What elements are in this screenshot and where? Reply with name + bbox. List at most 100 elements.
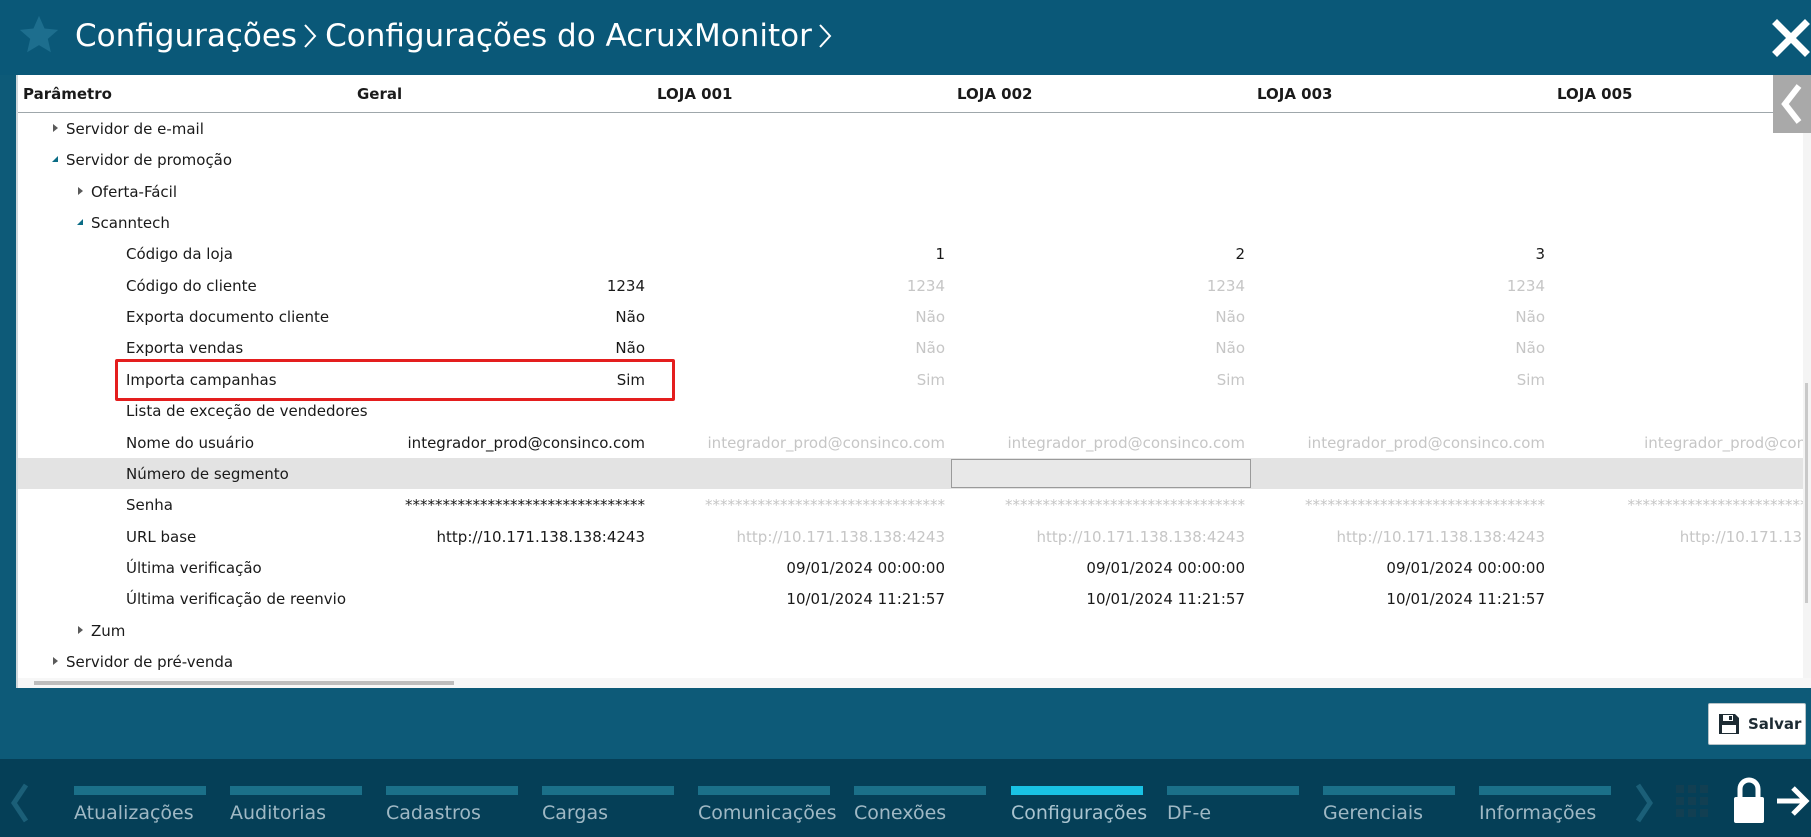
cell-value[interactable]: ******************************** [1255, 496, 1545, 514]
save-button-label: Salvar [1748, 715, 1802, 733]
table-row[interactable]: Servidor de pré-venda [18, 646, 1805, 677]
star-icon[interactable] [16, 12, 62, 58]
table-row[interactable]: URL base http://10.171.138.138:4243 http:/… [18, 521, 1811, 552]
cell-value[interactable]: Sim [355, 371, 645, 389]
cell-value[interactable]: 10/01/2024 11:21:57 [1255, 590, 1545, 608]
expand-arrow-icon[interactable] [50, 123, 60, 133]
cell-value[interactable]: integrador_prod@consinco [1555, 434, 1811, 452]
expand-arrow-icon[interactable] [75, 625, 85, 635]
table-row[interactable]: Código do cliente 1234 1234 1234 1234 [18, 270, 1805, 301]
table-row[interactable]: Exporta documento cliente Não Não Não Não [18, 301, 1805, 332]
cell-value[interactable]: ******************************** [655, 496, 945, 514]
collapse-panel-button[interactable] [1773, 75, 1811, 133]
floppy-disk-icon [1719, 714, 1739, 734]
cell-value[interactable]: http://10.171.138.138 [1555, 528, 1811, 546]
nav-item-configura-es[interactable]: Configurações [1011, 786, 1147, 836]
cell-value[interactable]: Não [1255, 308, 1545, 326]
nav-item-cargas[interactable]: Cargas [542, 786, 674, 836]
close-icon[interactable] [1771, 18, 1811, 58]
cell-value[interactable]: Não [955, 339, 1245, 357]
chevron-left-icon[interactable] [8, 783, 32, 823]
table-row[interactable]: Servidor de promoção [18, 144, 1805, 175]
cell-value[interactable]: http://10.171.138.138:4243 [955, 528, 1245, 546]
cell-value[interactable]: integrador_prod@consinco.com [655, 434, 945, 452]
table-row[interactable]: Código da loja 1 2 3 [18, 238, 1805, 269]
grid-icon[interactable] [1674, 783, 1714, 823]
cell-value[interactable]: 1234 [355, 277, 645, 295]
cell-value[interactable]: http://10.171.138.138:4243 [1255, 528, 1545, 546]
arrow-right-icon[interactable] [1775, 783, 1811, 819]
cell-value[interactable]: 10/01/2024 11:21:57 [655, 590, 945, 608]
row-label: Servidor de e-mail [66, 120, 204, 138]
expand-arrow-icon[interactable] [75, 186, 85, 196]
table-row[interactable]: Última verificação 09/01/2024 00:00:00 09/… [18, 552, 1805, 583]
segment-number-input-loja-002[interactable] [951, 458, 1251, 488]
breadcrumb-item-1[interactable]: Configurações do AcruxMonitor [325, 18, 812, 54]
breadcrumb-item-0[interactable]: Configurações [75, 18, 297, 54]
cell-value[interactable]: ***************************** [1555, 496, 1811, 514]
column-header-parametro[interactable]: Parâmetro [23, 85, 112, 103]
cell-value[interactable]: Não [955, 308, 1245, 326]
nav-item-conex-es[interactable]: Conexões [854, 786, 986, 836]
table-row[interactable]: Zum [18, 615, 1805, 646]
table-row[interactable]: Última verificação de reenvio 10/01/2024 … [18, 583, 1805, 614]
table-row[interactable]: Senha ******************************** ***… [18, 489, 1811, 520]
column-header-geral[interactable]: Geral [357, 85, 402, 103]
column-header-loja-001[interactable]: LOJA 001 [657, 85, 733, 103]
cell-value[interactable]: 1234 [655, 277, 945, 295]
collapse-arrow-icon[interactable] [75, 217, 85, 227]
cell-value[interactable]: Não [1255, 339, 1545, 357]
nav-item-auditorias[interactable]: Auditorias [230, 786, 362, 836]
cell-value[interactable]: Sim [955, 371, 1245, 389]
cell-value[interactable]: 3 [1255, 245, 1545, 263]
cell-value[interactable]: integrador_prod@consinco.com [1255, 434, 1545, 452]
cell-value[interactable]: 1 [655, 245, 945, 263]
save-button[interactable]: Salvar [1708, 703, 1806, 745]
cell-value[interactable]: 2 [955, 245, 1245, 263]
lock-icon[interactable] [1732, 775, 1766, 825]
cell-value[interactable]: ******************************** [955, 496, 1245, 514]
column-header-loja-002[interactable]: LOJA 002 [957, 85, 1033, 103]
collapse-arrow-icon[interactable] [50, 154, 60, 164]
row-label: Lista de exceção de vendedores [126, 402, 368, 421]
nav-item-informa-es[interactable]: Informações [1479, 786, 1611, 836]
cell-value[interactable]: 10/01/2024 11:21:57 [955, 590, 1245, 608]
table-row[interactable]: Nome do usuário integrador_prod@consinco.… [18, 427, 1811, 458]
cell-value[interactable]: http://10.171.138.138:4243 [355, 528, 645, 546]
cell-value[interactable]: Não [355, 308, 645, 326]
cell-value[interactable]: 09/01/2024 00:00:00 [655, 559, 945, 577]
cell-value[interactable]: Sim [655, 371, 945, 389]
expand-arrow-icon[interactable] [50, 656, 60, 666]
cell-value[interactable]: Não [355, 339, 645, 357]
table-row[interactable]: Número de segmento [18, 457, 1805, 489]
settings-grid-panel: Parâmetro Geral LOJA 001 LOJA 002 LOJA 0… [16, 75, 1811, 688]
table-row[interactable]: Scanntech [18, 207, 1805, 238]
cell-value[interactable]: 1234 [955, 277, 1245, 295]
vertical-scrollbar[interactable] [1803, 133, 1811, 688]
cell-value[interactable]: http://10.171.138.138:4243 [655, 528, 945, 546]
cell-value[interactable]: 09/01/2024 00:00:00 [1255, 559, 1545, 577]
cell-value[interactable]: integrador_prod@consinco.com [955, 434, 1245, 452]
nav-item-gerenciais[interactable]: Gerenciais [1323, 786, 1455, 836]
cell-value[interactable]: integrador_prod@consinco.com [355, 434, 645, 452]
nav-item-label: Conexões [854, 802, 947, 824]
cell-value[interactable]: Sim [1255, 371, 1545, 389]
table-row[interactable]: Lista de exceção de vendedores [18, 395, 1805, 426]
table-row[interactable]: Importa campanhas Sim Sim Sim Sim [18, 364, 1805, 395]
nav-item-atualiza-es[interactable]: Atualizações [74, 786, 206, 836]
cell-value[interactable]: ******************************** [355, 496, 645, 514]
column-header-loja-005[interactable]: LOJA 005 [1557, 85, 1633, 103]
cell-value[interactable]: Não [655, 339, 945, 357]
column-header-loja-003[interactable]: LOJA 003 [1257, 85, 1333, 103]
table-row[interactable]: Oferta-Fácil [18, 176, 1805, 207]
chevron-right-icon[interactable] [1632, 783, 1656, 823]
cell-value[interactable]: 09/01/2024 00:00:00 [955, 559, 1245, 577]
nav-item-df-e[interactable]: DF-e [1167, 786, 1299, 836]
nav-item-comunica-es[interactable]: Comunicações [698, 786, 837, 836]
table-row[interactable]: Servidor de e-mail [18, 113, 1805, 144]
cell-value[interactable]: 1234 [1255, 277, 1545, 295]
cell-value[interactable]: Não [655, 308, 945, 326]
table-row[interactable]: Exporta vendas Não Não Não Não [18, 332, 1805, 363]
horizontal-scrollbar[interactable] [18, 678, 1811, 688]
nav-item-cadastros[interactable]: Cadastros [386, 786, 518, 836]
